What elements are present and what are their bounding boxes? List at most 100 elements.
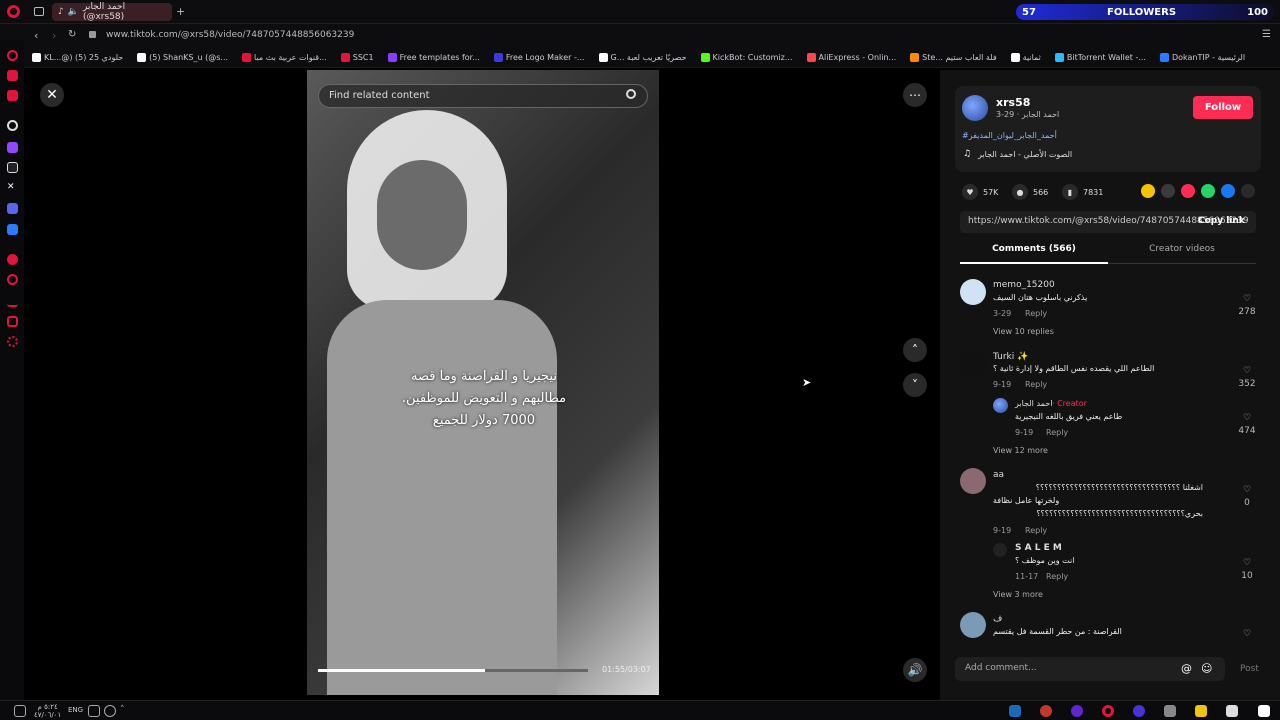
store-icon[interactable] xyxy=(1226,705,1238,717)
bookmark-item[interactable]: قنوات عربية بث مبا... xyxy=(242,53,327,62)
menu-icon[interactable]: ☰ xyxy=(1262,29,1271,40)
reply-link[interactable]: Reply xyxy=(1025,380,1047,389)
mention-icon[interactable]: @ xyxy=(1181,662,1192,675)
opera-logo-icon[interactable] xyxy=(7,5,20,18)
creator-avatar[interactable] xyxy=(993,398,1008,413)
mute-icon[interactable]: 🔈 xyxy=(68,7,79,17)
volume-tray-icon[interactable] xyxy=(104,705,116,717)
bookmark-item[interactable]: Free Logo Maker -... xyxy=(493,53,585,62)
language-indicator[interactable]: ENG xyxy=(68,706,83,714)
url-field[interactable]: www.tiktok.com/@xrs58/video/748705744885… xyxy=(106,30,354,40)
saves-stat[interactable]: ▮ 7831 xyxy=(1062,184,1103,200)
commenter-name[interactable]: S A L E M xyxy=(1015,543,1062,553)
close-icon[interactable]: ✕ xyxy=(40,83,64,107)
commenter-avatar[interactable] xyxy=(960,350,986,376)
commenter-name[interactable]: aa xyxy=(993,470,1004,480)
record-icon[interactable] xyxy=(7,254,18,265)
search-icon[interactable] xyxy=(626,89,636,99)
tab-overview-icon[interactable] xyxy=(34,7,44,16)
discord-icon[interactable] xyxy=(7,203,18,214)
previous-video-icon[interactable]: ˄ xyxy=(903,338,927,362)
bookmark-item[interactable]: DokanTIP - الرئيسية xyxy=(1159,53,1245,62)
app-icon-2[interactable] xyxy=(1071,705,1083,717)
translate-icon[interactable] xyxy=(7,224,18,235)
bookmark-item[interactable]: (5) ShanKS_u (@s... xyxy=(137,53,228,62)
taskbar-clock[interactable]: ٥:٢٤ م ٤٧/٠٦/٠١ xyxy=(34,703,61,719)
reload-icon[interactable]: ↻ xyxy=(68,29,76,40)
bookmark-item[interactable]: KL...@) حلودي 25 (5) xyxy=(32,53,123,62)
comment-like[interactable]: ♡ 352 xyxy=(1237,365,1257,391)
related-search-input[interactable]: Find related content xyxy=(318,84,648,108)
tab-comments[interactable]: Comments (566) xyxy=(960,244,1108,264)
bookmark-item[interactable]: Free templates for... xyxy=(387,53,480,62)
comment-like[interactable]: ♡ 10 xyxy=(1237,557,1257,583)
view-more-link[interactable]: View 12 more xyxy=(993,446,1048,455)
sound-label[interactable]: الصوت الأصلي - احمد الجابر xyxy=(978,150,1072,159)
send-icon[interactable] xyxy=(1181,184,1195,198)
bookmark-item[interactable]: SSC1 xyxy=(340,53,374,62)
downloads-icon[interactable] xyxy=(7,296,18,307)
commenter-avatar[interactable] xyxy=(960,279,986,305)
bookmark-item[interactable]: AliExpress - Onlin... xyxy=(806,53,896,62)
desktop-icon[interactable] xyxy=(14,705,26,717)
author-avatar[interactable] xyxy=(962,95,988,121)
reply-link[interactable]: Reply xyxy=(1046,572,1068,581)
reply-link[interactable]: Reply xyxy=(1046,428,1068,437)
facebook-icon[interactable] xyxy=(1221,184,1235,198)
commenter-name[interactable]: memo_15200 xyxy=(993,280,1055,290)
view-replies-link[interactable]: View 10 replies xyxy=(993,327,1054,336)
bookmark-item[interactable]: G... حصريًا تعريب لعبة xyxy=(598,53,687,62)
start-icon[interactable] xyxy=(1258,705,1270,717)
tiktok-sidebar-icon[interactable] xyxy=(7,162,18,173)
bookmark-item[interactable]: Ste... فلة العاب ستيم xyxy=(910,53,997,62)
emoji-icon[interactable]: ☺ xyxy=(1201,662,1212,675)
embed-icon[interactable] xyxy=(1161,184,1175,198)
comment-like[interactable]: ♡ 0 xyxy=(1237,484,1257,510)
share-icon[interactable] xyxy=(1241,184,1255,198)
likes-stat[interactable]: ♥ 57K xyxy=(962,184,998,200)
settings-icon[interactable] xyxy=(7,336,18,347)
pinboard-icon[interactable] xyxy=(7,90,18,101)
tab-creator-videos[interactable]: Creator videos xyxy=(1108,244,1256,264)
commenter-avatar[interactable] xyxy=(960,468,986,494)
history-icon[interactable] xyxy=(7,274,18,285)
volume-icon[interactable]: 🔊 xyxy=(903,658,927,682)
commenter-avatar[interactable] xyxy=(960,612,986,638)
bookmark-item[interactable]: BitTorrent Wallet -... xyxy=(1054,53,1146,62)
comment-like[interactable]: ♡ 278 xyxy=(1237,293,1257,319)
forward-icon[interactable]: › xyxy=(52,29,56,42)
x-icon[interactable]: ✕ xyxy=(7,182,18,193)
post-button[interactable]: Post xyxy=(1240,664,1259,674)
follow-button[interactable]: Follow xyxy=(1193,96,1253,119)
next-video-icon[interactable]: ˅ xyxy=(903,373,927,397)
opera-taskbar-icon[interactable] xyxy=(1102,705,1114,717)
whatsapp-icon[interactable] xyxy=(1201,184,1215,198)
extensions-icon[interactable] xyxy=(7,316,18,327)
app-icon-1[interactable] xyxy=(1040,705,1052,717)
reply-link[interactable]: Reply xyxy=(1025,526,1047,535)
creator-name[interactable]: احمد الجابر xyxy=(1015,399,1052,408)
tab-tiktok[interactable]: ♪ 🔈 احمد الجابر (@xrs58) xyxy=(52,2,172,22)
bookmark-item[interactable]: ثمانية xyxy=(1010,53,1041,62)
view-more-link[interactable]: View 3 more xyxy=(993,590,1043,599)
network-icon[interactable] xyxy=(88,705,100,717)
copy-link-button[interactable]: Copy link xyxy=(1198,216,1245,226)
show-hidden-icon[interactable]: ˄ xyxy=(120,705,132,717)
more-options-icon[interactable]: ⋯ xyxy=(903,83,927,107)
bookmark-item[interactable]: KickBot: Customiz... xyxy=(700,53,793,62)
comment-like[interactable]: ♡ xyxy=(1237,628,1257,641)
app-icon-4[interactable] xyxy=(1164,705,1176,717)
new-tab-icon[interactable]: + xyxy=(176,5,185,18)
file-explorer-icon[interactable] xyxy=(1195,705,1207,717)
messenger-icon[interactable] xyxy=(7,50,18,61)
chatgpt-icon[interactable] xyxy=(7,120,18,131)
comments-stat[interactable]: ● 566 xyxy=(1012,184,1048,200)
workspace-icon[interactable] xyxy=(7,70,18,81)
hashtag-link[interactable]: #أحمد_الجابر_ليوان_المديفر xyxy=(962,131,1057,140)
back-icon[interactable]: ‹ xyxy=(34,29,38,42)
author-username[interactable]: xrs58 xyxy=(996,96,1030,109)
commenter-avatar[interactable] xyxy=(993,543,1007,557)
repost-icon[interactable] xyxy=(1141,184,1155,198)
commenter-name[interactable]: Turki ✨ xyxy=(993,352,1028,362)
app-icon-3[interactable] xyxy=(1133,705,1145,717)
